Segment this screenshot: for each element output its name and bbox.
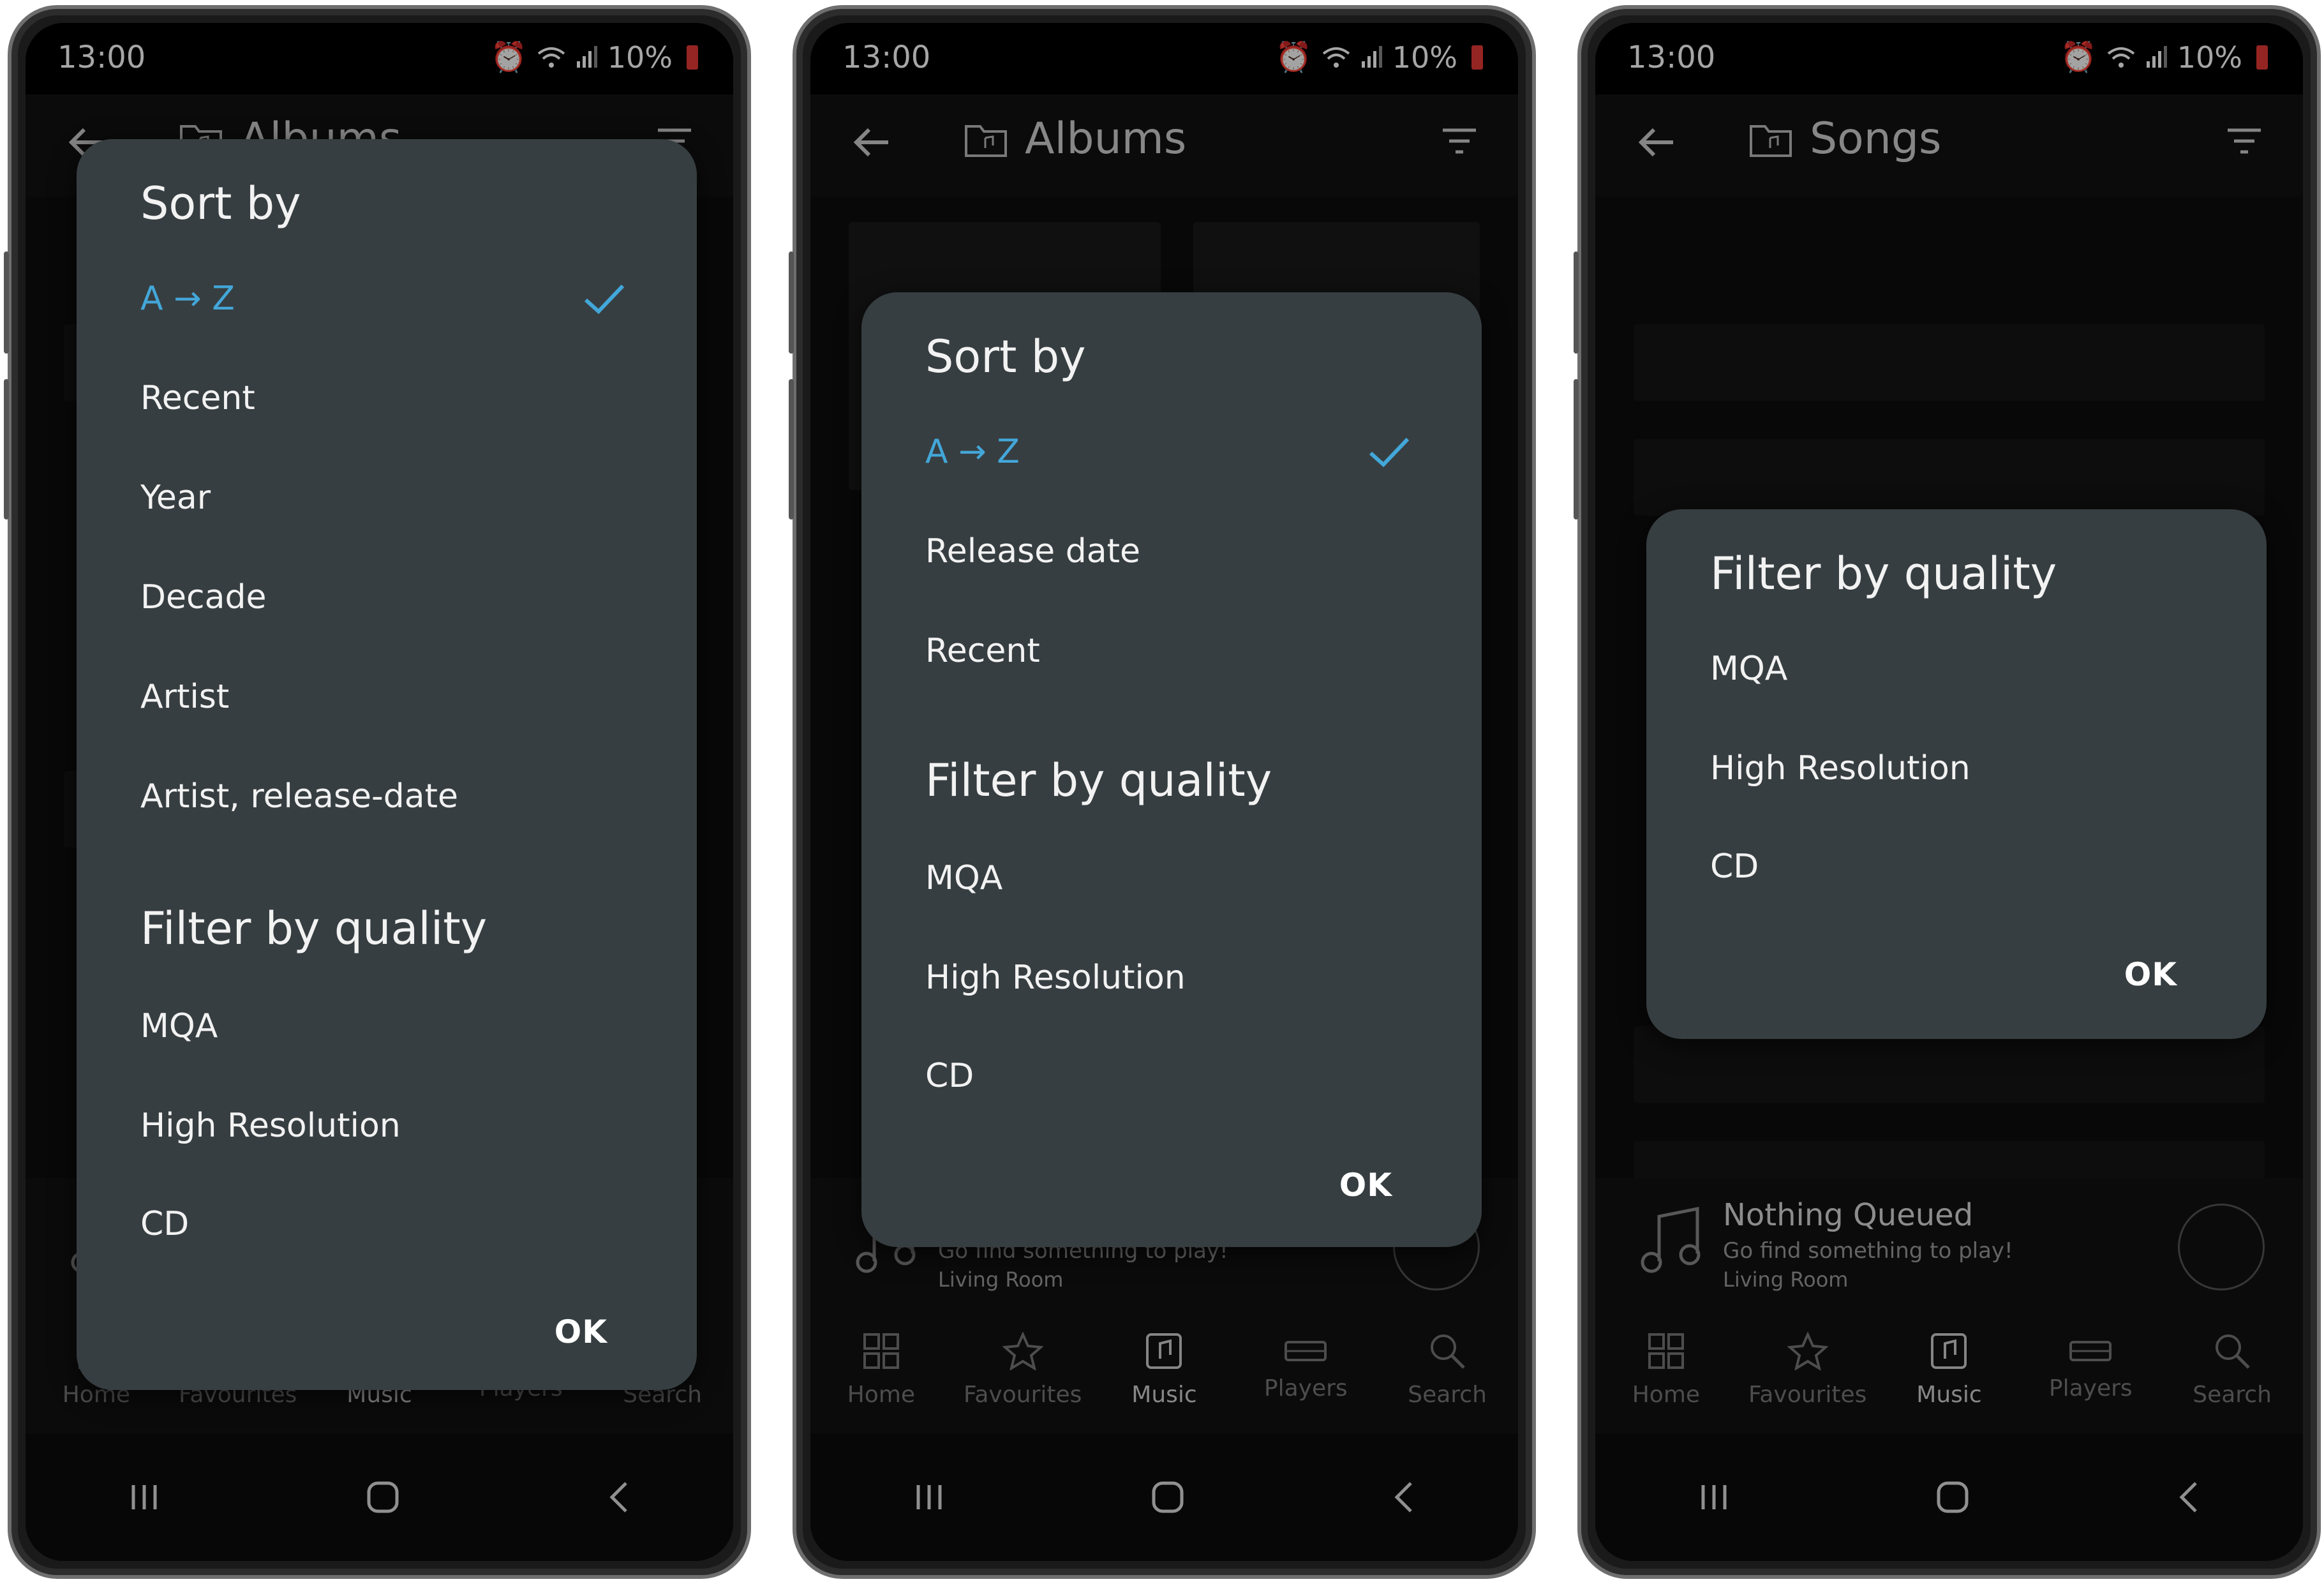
- check-icon: [1369, 437, 1410, 468]
- check-icon: [584, 284, 625, 315]
- phone-1: 13:00 ⏰ 10% Albums Nothing Queue: [4, 5, 751, 1579]
- ok-button[interactable]: OK: [1339, 1167, 1392, 1204]
- screen: 13:00 ⏰ 10% Albums Nothing Queue: [810, 23, 1518, 1561]
- filter-option-mqa[interactable]: MQA: [925, 859, 1002, 897]
- filter-option-cd[interactable]: CD: [925, 1057, 974, 1095]
- screen: 13:00 ⏰ 10% Albums Nothing Queue: [26, 23, 733, 1561]
- ok-button[interactable]: OK: [2124, 956, 2177, 993]
- filter-heading: Filter by quality: [1710, 548, 2057, 600]
- sort-heading: Sort by: [925, 331, 1086, 383]
- filter-dialog: Filter by quality MQA High Resolution CD…: [1646, 509, 2267, 1039]
- sort-option-recent[interactable]: Recent: [140, 379, 255, 417]
- filter-option-cd[interactable]: CD: [1710, 848, 1759, 886]
- filter-option-mqa[interactable]: MQA: [140, 1007, 218, 1045]
- filter-heading: Filter by quality: [925, 754, 1272, 807]
- sort-option-recent[interactable]: Recent: [925, 632, 1040, 670]
- sort-filter-dialog: Sort by A → Z Recent Year Decade Artist …: [77, 139, 697, 1390]
- sort-option-a-z[interactable]: A → Z: [140, 280, 235, 318]
- sort-option-artist[interactable]: Artist: [140, 678, 229, 716]
- sort-option-decade[interactable]: Decade: [140, 578, 267, 616]
- phone-2: 13:00 ⏰ 10% Albums Nothing Queue: [789, 5, 1536, 1579]
- filter-heading: Filter by quality: [140, 902, 488, 955]
- filter-option-high-resolution[interactable]: High Resolution: [925, 959, 1186, 997]
- filter-option-high-resolution[interactable]: High Resolution: [140, 1107, 401, 1145]
- sort-option-year[interactable]: Year: [140, 479, 211, 517]
- sort-option-release-date[interactable]: Release date: [925, 532, 1140, 571]
- phone-3: 13:00 ⏰ 10% Songs Nothing Queued Go find…: [1574, 5, 2321, 1579]
- screen: 13:00 ⏰ 10% Songs Nothing Queued Go find…: [1595, 23, 2303, 1561]
- filter-option-high-resolution[interactable]: High Resolution: [1710, 749, 1970, 788]
- sort-heading: Sort by: [140, 177, 301, 230]
- sort-option-a-z[interactable]: A → Z: [925, 433, 1020, 471]
- ok-button[interactable]: OK: [555, 1313, 607, 1350]
- filter-option-mqa[interactable]: MQA: [1710, 650, 1787, 688]
- filter-option-cd[interactable]: CD: [140, 1205, 189, 1243]
- sort-filter-dialog: Sort by A → Z Release date Recent Filter…: [861, 292, 1482, 1247]
- sort-option-artist-release-date[interactable]: Artist, release-date: [140, 777, 458, 816]
